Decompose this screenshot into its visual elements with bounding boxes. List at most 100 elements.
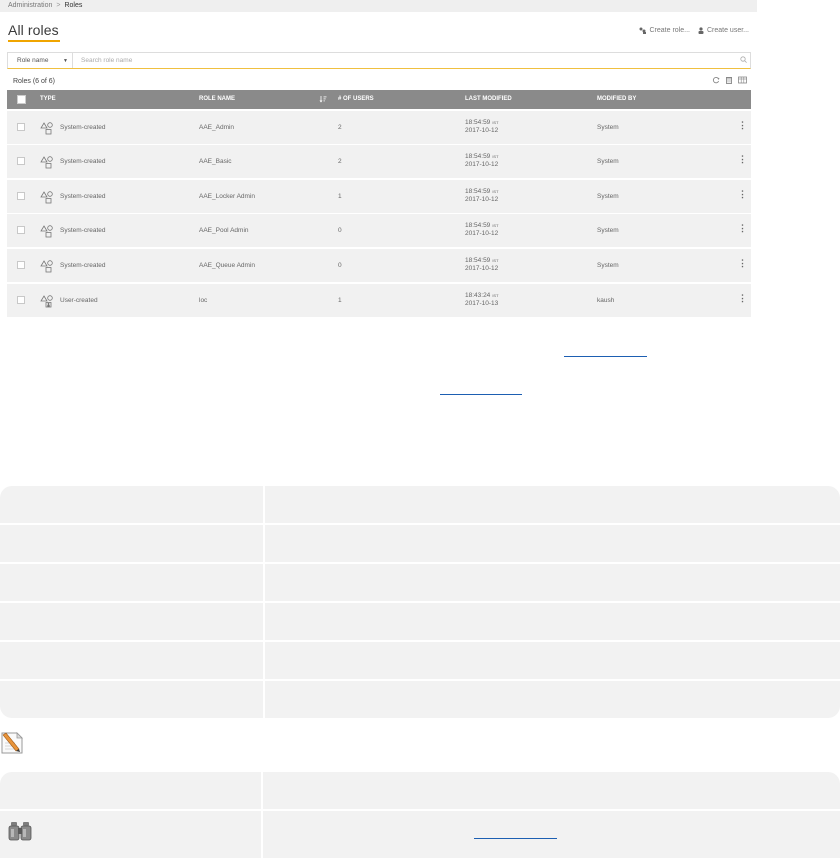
last-modified: 18:54:59 IST 2017-10-12 — [465, 188, 499, 204]
modified-by: System — [597, 227, 619, 234]
table-row-divider — [0, 809, 840, 811]
create-user-label: Create user... — [706, 27, 749, 34]
link-underline[interactable] — [474, 838, 557, 839]
column-header-users[interactable]: # OF USERS — [338, 96, 374, 102]
table-row[interactable]: User-created loc 1 18:43:24 IST 2017-10-1… — [7, 284, 751, 317]
user-role-icon — [40, 294, 54, 308]
modified-date: 2017-10-12 — [465, 127, 499, 134]
row-actions-kebab-icon[interactable]: ⋮ — [738, 224, 747, 233]
last-modified: 18:54:59 IST 2017-10-12 — [465, 257, 499, 273]
doc-table — [0, 772, 840, 858]
title-underline — [8, 40, 60, 42]
breadcrumb-separator: > — [56, 2, 61, 9]
link-underline[interactable] — [564, 356, 647, 357]
role-user-count: 1 — [338, 193, 342, 200]
modified-by: System — [597, 262, 619, 269]
modified-date: 2017-10-12 — [465, 196, 499, 203]
page-title: All roles — [8, 22, 59, 38]
sort-icon[interactable] — [319, 95, 327, 105]
timezone: IST — [492, 120, 499, 125]
role-type: User-created — [60, 297, 98, 304]
role-type: System-created — [60, 193, 106, 200]
breadcrumb: Administration > Roles — [0, 0, 757, 12]
row-actions-kebab-icon[interactable]: ⋮ — [738, 259, 747, 268]
note-pencil-icon — [0, 730, 24, 754]
search-input[interactable] — [73, 57, 736, 64]
role-name[interactable]: loc — [199, 297, 207, 304]
table-row[interactable]: System-created AAE_Queue Admin 0 18:54:5… — [7, 249, 751, 282]
role-user-count: 1 — [338, 297, 342, 304]
table-header: TYPE ROLE NAME # OF USERS LAST MODIFIED … — [7, 90, 751, 109]
delete-icon[interactable] — [725, 76, 733, 86]
row-checkbox[interactable] — [17, 226, 25, 234]
role-name[interactable]: AAE_Queue Admin — [199, 262, 255, 269]
role-user-count: 0 — [338, 227, 342, 234]
row-actions-kebab-icon[interactable]: ⋮ — [738, 190, 747, 199]
row-actions-kebab-icon[interactable]: ⋮ — [738, 155, 747, 164]
system-role-icon — [40, 224, 54, 238]
timezone: IST — [492, 154, 499, 159]
table-row-divider — [0, 562, 840, 564]
modified-time: 18:54:59 — [465, 222, 491, 229]
role-type: System-created — [60, 227, 106, 234]
link-underline[interactable] — [440, 394, 522, 395]
table-row[interactable]: System-created AAE_Admin 2 18:54:59 IST 2… — [7, 111, 751, 144]
last-modified: 18:54:59 IST 2017-10-12 — [465, 153, 499, 169]
table-row-divider — [0, 679, 840, 681]
role-name[interactable]: AAE_Locker Admin — [199, 193, 255, 200]
modified-time: 18:54:59 — [465, 153, 491, 160]
column-header-modified-by[interactable]: MODIFIED BY — [597, 96, 636, 102]
create-role-button[interactable]: Create role... — [639, 27, 690, 34]
create-role-icon — [639, 27, 646, 34]
breadcrumb-administration-link[interactable]: Administration — [8, 2, 52, 9]
role-name[interactable]: AAE_Admin — [199, 124, 234, 131]
modified-date: 2017-10-12 — [465, 265, 499, 272]
column-header-type[interactable]: TYPE — [40, 96, 56, 102]
row-checkbox[interactable] — [17, 123, 25, 131]
role-type: System-created — [60, 124, 106, 131]
columns-icon[interactable] — [738, 76, 747, 86]
table-row-divider — [0, 601, 840, 603]
row-actions-kebab-icon[interactable]: ⋮ — [738, 294, 747, 303]
row-actions-kebab-icon[interactable]: ⋮ — [738, 121, 747, 130]
table-row[interactable]: System-created AAE_Basic 2 18:54:59 IST 2… — [7, 145, 751, 178]
role-name[interactable]: AAE_Pool Admin — [199, 227, 249, 234]
search-icon[interactable] — [736, 56, 750, 65]
modified-by: System — [597, 124, 619, 131]
select-all-checkbox[interactable] — [17, 95, 26, 104]
modified-by: System — [597, 158, 619, 165]
chevron-down-icon: ▼ — [63, 57, 68, 64]
role-type: System-created — [60, 158, 106, 165]
role-user-count: 2 — [338, 124, 342, 131]
doc-table — [0, 486, 840, 718]
table-row[interactable]: System-created AAE_Pool Admin 0 18:54:59… — [7, 214, 751, 247]
system-role-icon — [40, 121, 54, 135]
role-user-count: 2 — [338, 158, 342, 165]
modified-by: System — [597, 193, 619, 200]
row-checkbox[interactable] — [17, 157, 25, 165]
timezone: IST — [492, 293, 499, 298]
timezone: IST — [492, 258, 499, 263]
table-column-divider — [261, 772, 263, 858]
row-checkbox[interactable] — [17, 296, 25, 304]
modified-date: 2017-10-12 — [465, 161, 499, 168]
search-field-select[interactable]: Role name ▼ — [8, 53, 73, 68]
binoculars-icon — [8, 820, 34, 842]
table-row[interactable]: System-created AAE_Locker Admin 1 18:54:… — [7, 180, 751, 213]
timezone: IST — [492, 223, 499, 228]
search-field-select-value: Role name — [17, 57, 49, 64]
column-header-role-name[interactable]: ROLE NAME — [199, 96, 235, 102]
row-checkbox[interactable] — [17, 261, 25, 269]
table-row-divider — [0, 523, 840, 525]
create-role-label: Create role... — [649, 27, 690, 34]
role-name[interactable]: AAE_Basic — [199, 158, 232, 165]
create-user-button[interactable]: Create user... — [698, 27, 749, 34]
breadcrumb-current: Roles — [64, 2, 83, 9]
modified-date: 2017-10-12 — [465, 230, 499, 237]
timezone: IST — [492, 189, 499, 194]
system-role-icon — [40, 259, 54, 273]
row-checkbox[interactable] — [17, 192, 25, 200]
system-role-icon — [40, 155, 54, 169]
refresh-icon[interactable] — [712, 76, 720, 86]
column-header-last-modified[interactable]: LAST MODIFIED — [465, 96, 512, 102]
